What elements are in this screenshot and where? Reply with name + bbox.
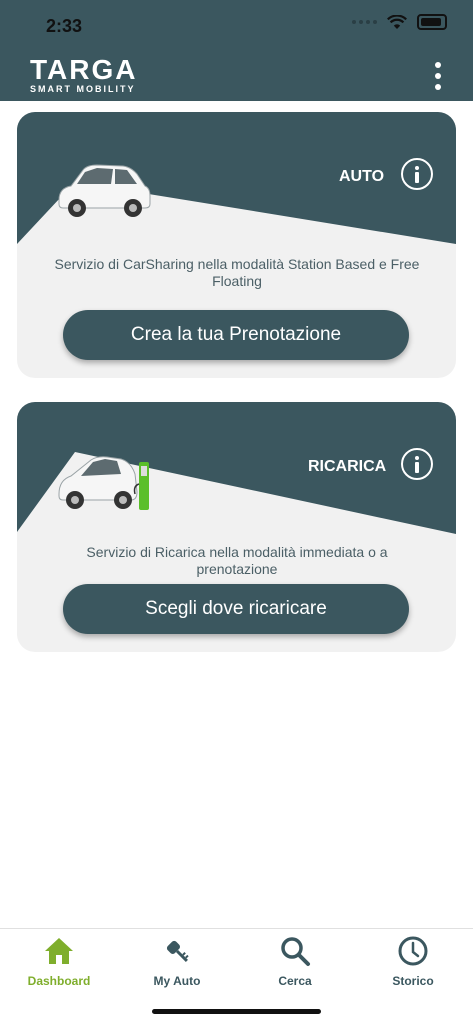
- battery-icon: [417, 14, 447, 30]
- targa-logo: TARGA SMART MOBILITY: [30, 54, 138, 95]
- more-menu-icon[interactable]: [433, 62, 443, 90]
- car-icon: [58, 164, 151, 217]
- wifi-icon: [387, 14, 407, 29]
- signal-icon: [352, 20, 377, 24]
- info-icon[interactable]: [401, 448, 433, 480]
- card-auto: AUTO Servizio di CarSharing nella modali…: [17, 112, 456, 378]
- info-icon[interactable]: [401, 158, 433, 190]
- home-icon: [45, 938, 73, 964]
- find-charging-button[interactable]: Scegli dove ricaricare: [63, 584, 409, 634]
- card-auto-description: Servizio di CarSharing nella modalità St…: [54, 256, 420, 289]
- tab-storico[interactable]: Storico: [354, 935, 472, 988]
- ev-charging-icon: [58, 456, 149, 510]
- key-icon: [166, 940, 189, 962]
- logo-main-text: TARGA: [30, 54, 138, 85]
- tab-cerca[interactable]: Cerca: [236, 935, 354, 988]
- search-icon: [281, 937, 310, 966]
- home-indicator: [152, 1009, 321, 1014]
- tab-my-auto[interactable]: My Auto: [118, 935, 236, 988]
- clock-icon: [398, 936, 428, 966]
- card-auto-title: AUTO: [339, 168, 385, 185]
- create-booking-button[interactable]: Crea la tua Prenotazione: [63, 310, 409, 360]
- status-time: 2:33: [46, 16, 83, 36]
- tab-dashboard[interactable]: Dashboard: [0, 935, 118, 988]
- card-ricarica: RICARICA Servizio di Ricarica nella moda…: [17, 402, 456, 652]
- tab-label: Cerca: [278, 974, 312, 988]
- tab-label: Dashboard: [27, 974, 91, 988]
- card-ricarica-title: RICARICA: [308, 458, 387, 475]
- card-ricarica-description: Servizio di Ricarica nella modalità imme…: [86, 544, 388, 577]
- logo-sub-text: SMART MOBILITY: [30, 84, 136, 94]
- status-icons: [352, 14, 447, 30]
- tab-label: Storico: [392, 974, 434, 988]
- tab-label: My Auto: [153, 974, 201, 988]
- app-header: 2:33 TARGA SMART MOBILITY: [0, 0, 473, 101]
